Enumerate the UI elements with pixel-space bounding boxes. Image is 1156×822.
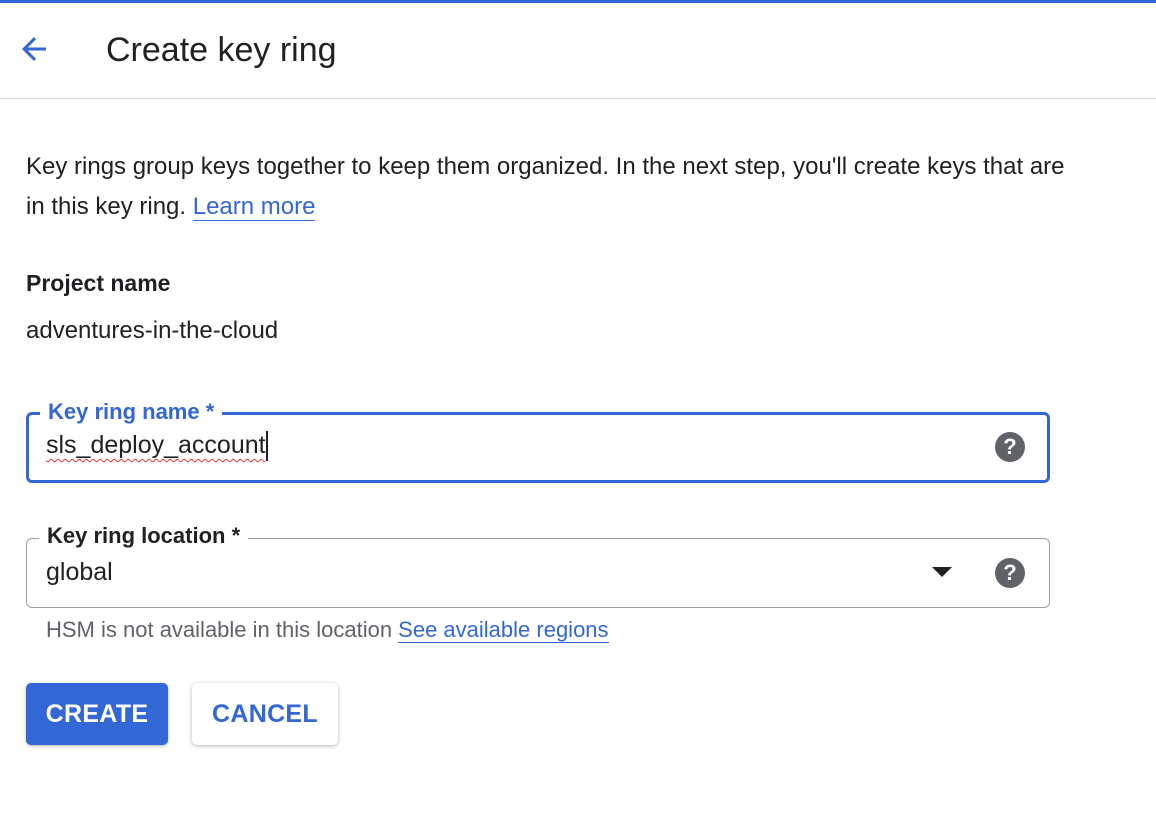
see-available-regions-link[interactable]: See available regions (398, 617, 609, 643)
page-header: Create key ring (0, 3, 1156, 99)
key-ring-name-field[interactable]: Key ring name * sls_deploy_account ? (26, 398, 1050, 483)
location-hint: HSM is not available in this location Se… (46, 615, 609, 645)
intro-description: Key rings group keys together to keep th… (26, 153, 1065, 220)
location-hint-text: HSM is not available in this location (46, 617, 399, 642)
back-button[interactable] (10, 25, 58, 73)
help-icon[interactable]: ? (995, 432, 1025, 462)
project-name-label: Project name (26, 270, 171, 296)
create-button[interactable]: CREATE (26, 683, 168, 745)
cancel-button[interactable]: CANCEL (192, 683, 338, 745)
project-name-value: adventures-in-the-cloud (26, 317, 279, 344)
key-ring-name-label: Key ring name * (40, 398, 223, 426)
key-ring-name-input[interactable]: sls_deploy_account (46, 431, 946, 465)
intro-text: Key rings group keys together to keep th… (26, 147, 1076, 227)
page-title: Create key ring (106, 31, 337, 69)
key-ring-name-value: sls_deploy_account (46, 431, 266, 459)
key-ring-location-select[interactable]: Key ring location * global ? (26, 522, 1050, 608)
key-ring-location-value: global (46, 558, 113, 586)
learn-more-link[interactable]: Learn more (192, 193, 316, 221)
dropdown-arrow-icon[interactable] (932, 567, 952, 577)
help-icon[interactable]: ? (995, 558, 1025, 588)
text-caret (265, 431, 268, 462)
key-ring-location-label: Key ring location * (39, 522, 249, 550)
arrow-back-icon (22, 37, 46, 61)
